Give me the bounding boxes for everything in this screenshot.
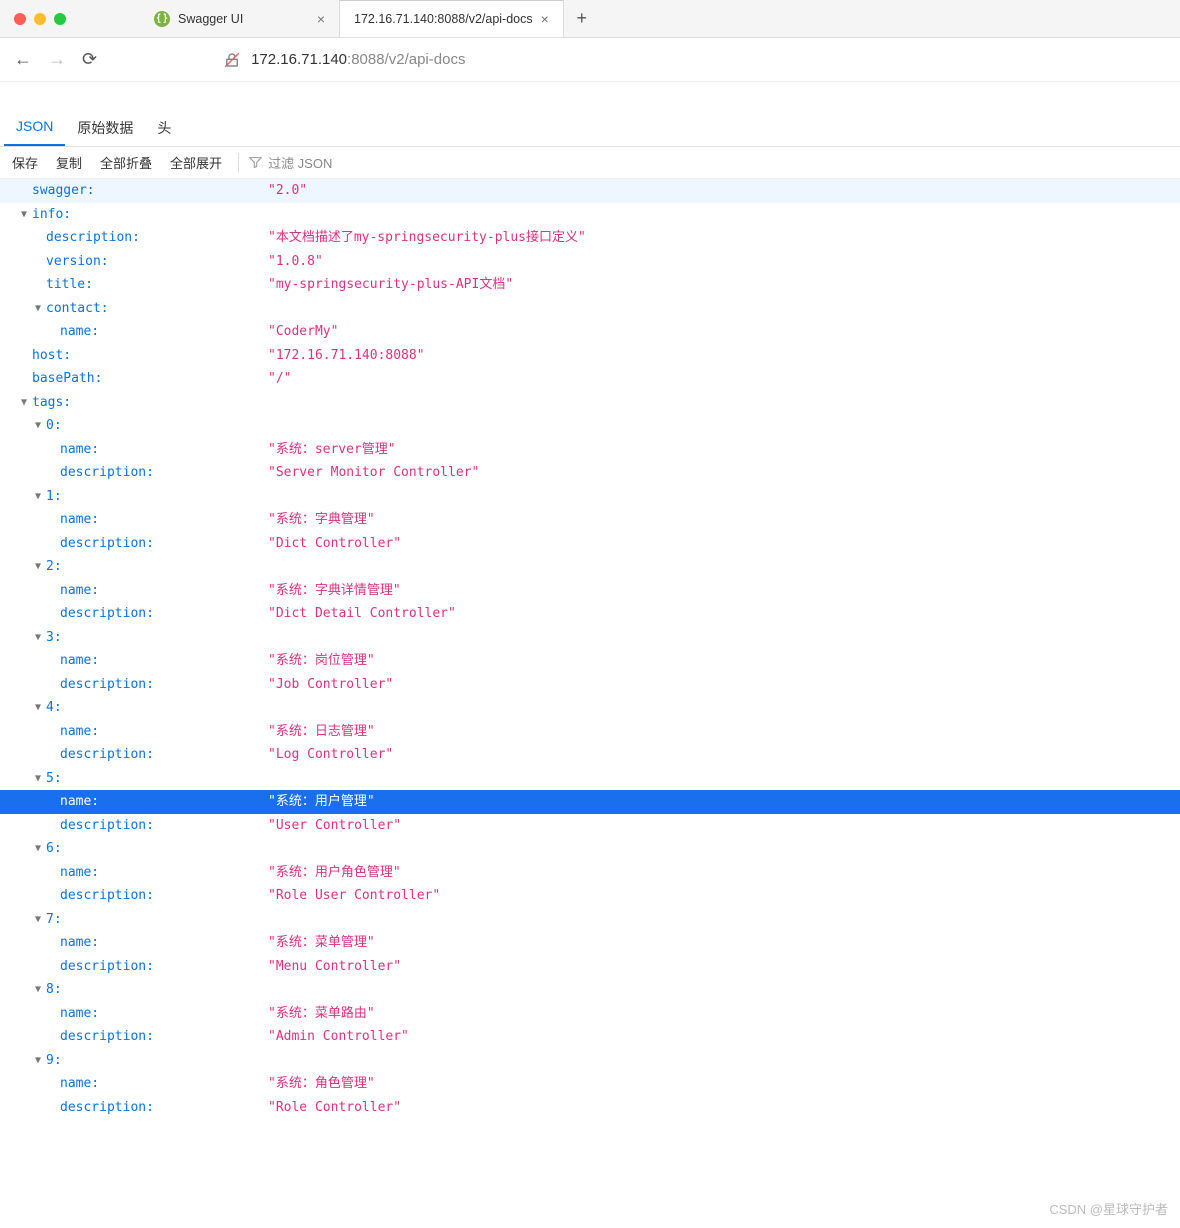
json-row[interactable]: name:"系统：菜单路由": [0, 1002, 1180, 1026]
swagger-favicon-icon: { }: [154, 11, 170, 27]
json-row[interactable]: name:"CoderMy": [0, 320, 1180, 344]
json-row[interactable]: ▼2:: [0, 555, 1180, 579]
tab-title: Swagger UI: [178, 12, 243, 26]
back-button[interactable]: ←: [14, 49, 32, 70]
json-tree: swagger:"2.0" ▼info: description:"本文档描述了…: [0, 179, 1180, 1139]
chevron-down-icon[interactable]: ▼: [32, 485, 44, 509]
funnel-icon: [249, 156, 262, 169]
json-row[interactable]: description:"Job Controller": [0, 673, 1180, 697]
maximize-window-button[interactable]: [54, 13, 66, 25]
json-row[interactable]: description:"Dict Controller": [0, 532, 1180, 556]
chevron-down-icon[interactable]: ▼: [32, 837, 44, 861]
json-row[interactable]: name:"系统：角色管理": [0, 1072, 1180, 1096]
tab-headers[interactable]: 头: [145, 110, 183, 146]
chevron-down-icon[interactable]: ▼: [32, 696, 44, 720]
forward-button[interactable]: →: [48, 49, 66, 70]
json-row[interactable]: description:"Dict Detail Controller": [0, 602, 1180, 626]
traffic-lights: [0, 13, 80, 25]
chevron-down-icon[interactable]: ▼: [32, 1049, 44, 1073]
save-button[interactable]: 保存: [4, 149, 46, 176]
close-tab-icon[interactable]: ×: [541, 11, 549, 27]
chevron-down-icon[interactable]: ▼: [32, 626, 44, 650]
chevron-down-icon[interactable]: ▼: [32, 414, 44, 438]
json-row[interactable]: name:"系统：字典管理": [0, 508, 1180, 532]
json-row[interactable]: ▼4:: [0, 696, 1180, 720]
json-row[interactable]: name:"系统：server管理": [0, 438, 1180, 462]
json-row[interactable]: name:"系统：用户角色管理": [0, 861, 1180, 885]
chevron-down-icon[interactable]: ▼: [32, 978, 44, 1002]
json-row[interactable]: ▼9:: [0, 1049, 1180, 1073]
json-row[interactable]: ▼0:: [0, 414, 1180, 438]
chevron-down-icon[interactable]: ▼: [18, 203, 30, 227]
json-row[interactable]: version:"1.0.8": [0, 250, 1180, 274]
json-row[interactable]: description:"Role Controller": [0, 1096, 1180, 1120]
collapse-all-button[interactable]: 全部折叠: [92, 149, 160, 176]
json-row[interactable]: ▼info:: [0, 203, 1180, 227]
watermark: CSDN @星球守护者: [1049, 1199, 1168, 1218]
json-actionbar: 保存 复制 全部折叠 全部展开 过滤 JSON: [0, 147, 1180, 179]
url-bar[interactable]: 172.16.71.140:8088/v2/api-docs: [223, 51, 1166, 69]
chevron-down-icon[interactable]: ▼: [32, 297, 44, 321]
json-row[interactable]: ▼contact:: [0, 297, 1180, 321]
minimize-window-button[interactable]: [34, 13, 46, 25]
json-row[interactable]: basePath:"/": [0, 367, 1180, 391]
json-row[interactable]: description:"User Controller": [0, 814, 1180, 838]
json-row-selected[interactable]: name:"系统：用户管理": [0, 790, 1180, 814]
chevron-down-icon[interactable]: ▼: [32, 908, 44, 932]
json-row[interactable]: description:"Menu Controller": [0, 955, 1180, 979]
window-titlebar: { } Swagger UI × 172.16.71.140:8088/v2/a…: [0, 0, 1180, 38]
json-row[interactable]: name:"系统：日志管理": [0, 720, 1180, 744]
json-row[interactable]: ▼tags:: [0, 391, 1180, 415]
tab-title: 172.16.71.140:8088/v2/api-docs: [354, 12, 533, 26]
reload-button[interactable]: ⟳: [82, 49, 97, 70]
json-row[interactable]: description:"本文档描述了my-springsecurity-plu…: [0, 226, 1180, 250]
json-row[interactable]: name:"系统：岗位管理": [0, 649, 1180, 673]
view-tabs: JSON 原始数据 头: [0, 110, 1180, 147]
browser-tabs: { } Swagger UI × 172.16.71.140:8088/v2/a…: [140, 0, 600, 37]
json-row[interactable]: ▼1:: [0, 485, 1180, 509]
expand-all-button[interactable]: 全部展开: [162, 149, 230, 176]
tab-api-docs[interactable]: 172.16.71.140:8088/v2/api-docs ×: [340, 0, 564, 37]
json-row[interactable]: ▼8:: [0, 978, 1180, 1002]
json-row[interactable]: ▼7:: [0, 908, 1180, 932]
json-row[interactable]: description:"Role User Controller": [0, 884, 1180, 908]
tab-raw[interactable]: 原始数据: [65, 110, 145, 146]
chevron-down-icon[interactable]: ▼: [32, 555, 44, 579]
json-row[interactable]: name:"系统：菜单管理": [0, 931, 1180, 955]
json-row[interactable]: ▼5:: [0, 767, 1180, 791]
json-row[interactable]: ▼6:: [0, 837, 1180, 861]
json-row[interactable]: name:"系统：字典详情管理": [0, 579, 1180, 603]
chevron-down-icon[interactable]: ▼: [32, 767, 44, 791]
copy-button[interactable]: 复制: [48, 149, 90, 176]
close-tab-icon[interactable]: ×: [317, 11, 325, 27]
json-row[interactable]: swagger:"2.0": [0, 179, 1180, 203]
insecure-lock-icon: [223, 51, 241, 69]
tab-json[interactable]: JSON: [4, 110, 65, 146]
json-row[interactable]: host:"172.16.71.140:8088": [0, 344, 1180, 368]
browser-toolbar: ← → ⟳ 172.16.71.140:8088/v2/api-docs: [0, 38, 1180, 82]
chevron-down-icon[interactable]: ▼: [18, 391, 30, 415]
json-row[interactable]: description:"Admin Controller": [0, 1025, 1180, 1049]
json-row[interactable]: description:"Server Monitor Controller": [0, 461, 1180, 485]
url-text: 172.16.71.140:8088/v2/api-docs: [251, 51, 465, 68]
close-window-button[interactable]: [14, 13, 26, 25]
json-row[interactable]: description:"Log Controller": [0, 743, 1180, 767]
tab-swagger-ui[interactable]: { } Swagger UI ×: [140, 0, 340, 37]
new-tab-button[interactable]: +: [564, 0, 600, 37]
filter-input[interactable]: 过滤 JSON: [238, 153, 332, 172]
json-row[interactable]: title:"my-springsecurity-plus-API文档": [0, 273, 1180, 297]
json-row[interactable]: ▼3:: [0, 626, 1180, 650]
